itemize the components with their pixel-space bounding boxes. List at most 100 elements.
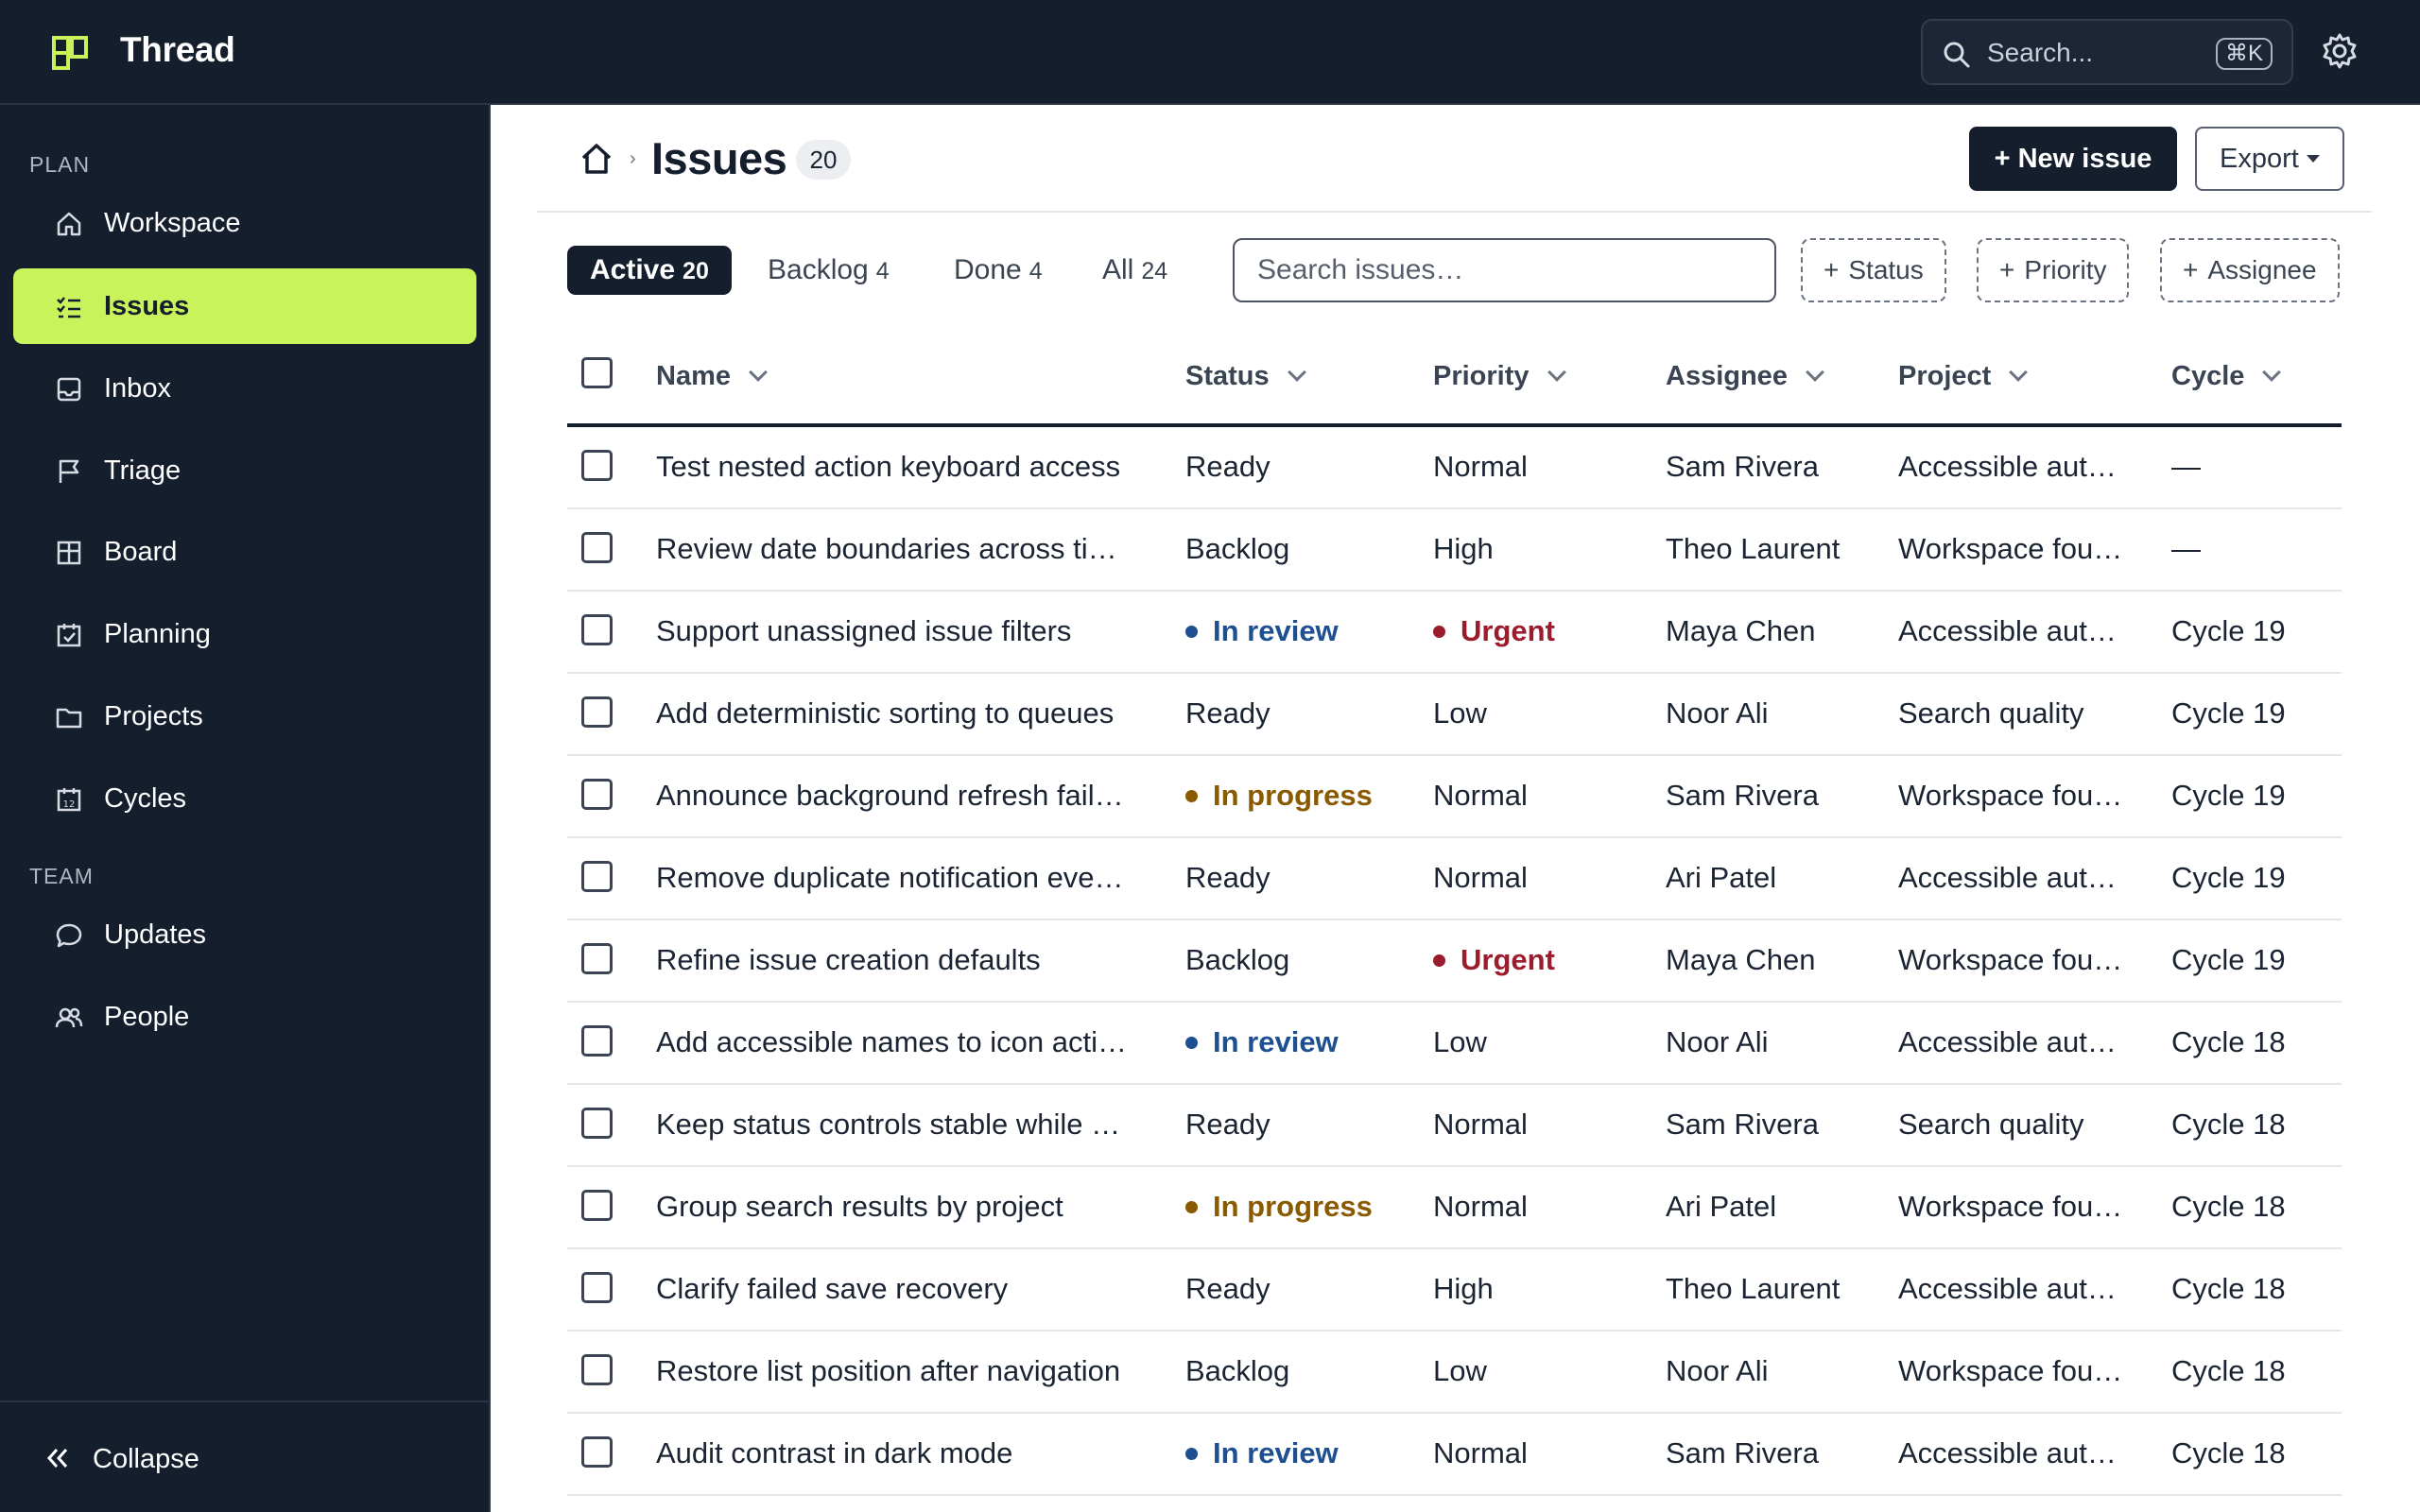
sidebar-item-inbox[interactable]: Inbox	[13, 351, 476, 426]
sidebar-item-workspace[interactable]: Workspace	[13, 185, 476, 261]
table-row[interactable]: Keep status controls stable while … Ready…	[567, 1085, 2342, 1167]
new-issue-button[interactable]: + New issue	[1969, 127, 2177, 191]
sidebar-item-label: People	[104, 1002, 190, 1032]
row-checkbox[interactable]	[581, 450, 613, 481]
row-checkbox[interactable]	[581, 779, 613, 810]
cell-status-text: In review	[1213, 1025, 1339, 1058]
column-header-assignee[interactable]: Assignee	[1666, 361, 1824, 392]
cell-assignee-text: Sam Rivera	[1666, 450, 1819, 483]
row-checkbox[interactable]	[581, 861, 613, 892]
sidebar-item-label: Cycles	[104, 783, 187, 814]
cell-priority: Low	[1433, 1354, 1487, 1388]
cell-assignee: Maya Chen	[1666, 614, 1816, 648]
cell-status: In review	[1185, 1436, 1339, 1470]
row-checkbox[interactable]	[581, 614, 613, 645]
row-checkbox[interactable]	[581, 1436, 613, 1468]
gear-icon[interactable]	[2321, 32, 2359, 70]
sidebar-item-people[interactable]: People	[13, 979, 476, 1055]
cell-priority-text: High	[1433, 532, 1494, 565]
sidebar-item-projects[interactable]: Projects	[13, 679, 476, 754]
row-checkbox[interactable]	[581, 1272, 613, 1303]
cell-status: In progress	[1185, 1190, 1373, 1224]
cell-assignee-text: Theo Laurent	[1666, 532, 1841, 565]
cell-cycle-text: Cycle 18	[2171, 1354, 2286, 1387]
cell-name: Test nested action keyboard access	[656, 450, 1120, 484]
cell-assignee-text: Noor Ali	[1666, 1354, 1769, 1387]
sidebar-item-planning[interactable]: Planning	[13, 596, 476, 672]
section-label-plan: PLAN	[29, 152, 91, 177]
table-row[interactable]: Restore list position after navigation Ba…	[567, 1332, 2342, 1414]
row-checkbox[interactable]	[581, 1025, 613, 1057]
tab-all[interactable]: All 24	[1080, 246, 1190, 295]
cell-priority: High	[1433, 1272, 1494, 1306]
column-header-name[interactable]: Name	[656, 361, 768, 392]
issue-search-input[interactable]	[1233, 238, 1776, 302]
cell-cycle: Cycle 18	[2171, 1272, 2286, 1306]
sidebar-item-cycles[interactable]: 12 Cycles	[13, 761, 476, 836]
cell-assignee: Sam Rivera	[1666, 779, 1819, 813]
breadcrumb-home-icon[interactable]	[579, 142, 614, 176]
column-header-project[interactable]: Project	[1898, 361, 2029, 392]
table-row[interactable]: Add accessible names to icon acti… In rev…	[567, 1003, 2342, 1085]
row-checkbox[interactable]	[581, 696, 613, 728]
cell-cycle: Cycle 18	[2171, 1108, 2286, 1142]
section-label-team: TEAM	[29, 864, 94, 888]
row-checkbox[interactable]	[581, 532, 613, 563]
table-row[interactable]: Test nested action keyboard access Ready N…	[567, 427, 2342, 509]
tab-count: 20	[683, 258, 709, 284]
plus-icon: +	[1999, 255, 2015, 284]
cell-cycle: Cycle 18	[2171, 1025, 2286, 1059]
column-header-priority[interactable]: Priority	[1433, 361, 1566, 392]
cell-priority-text: Low	[1433, 1025, 1487, 1058]
row-checkbox[interactable]	[581, 1354, 613, 1385]
sidebar-item-issues[interactable]: Issues	[13, 268, 476, 344]
table-row[interactable]: Remove duplicate notification eve… Ready N…	[567, 838, 2342, 920]
status-filter-button[interactable]: + Status	[1801, 238, 1946, 302]
cell-name: Keep status controls stable while …	[656, 1108, 1120, 1142]
cell-assignee: Ari Patel	[1666, 1190, 1776, 1224]
collapse-button[interactable]: Collapse	[42, 1440, 231, 1478]
chat-bubble-icon	[56, 923, 82, 948]
export-button[interactable]: Export	[2195, 127, 2344, 191]
assignee-filter-button[interactable]: + Assignee	[2160, 238, 2340, 302]
double-chevron-left-icon	[46, 1449, 68, 1468]
sidebar-item-updates[interactable]: Updates	[13, 897, 476, 972]
table-row[interactable]: Support unassigned issue filters In revie…	[567, 592, 2342, 674]
cell-status-text: Ready	[1185, 1108, 1270, 1141]
sidebar-item-label: Triage	[104, 455, 182, 486]
cell-name-text: Add deterministic sorting to queues	[656, 696, 1115, 730]
column-header-status[interactable]: Status	[1185, 361, 1306, 392]
sidebar-item-label: Board	[104, 537, 178, 567]
plus-icon: +	[1824, 255, 1840, 284]
sidebar-item-label: Inbox	[104, 373, 171, 404]
cell-name-text: Add accessible names to icon acti…	[656, 1025, 1127, 1058]
table-row[interactable]: Refine issue creation defaults Backlog Urg…	[567, 920, 2342, 1003]
row-checkbox[interactable]	[581, 943, 613, 974]
table-row[interactable]: Clarify failed save recovery Ready High The…	[567, 1249, 2342, 1332]
global-search[interactable]: Search... ⌘K	[1921, 19, 2293, 85]
tab-active[interactable]: Active 20	[567, 246, 732, 295]
tab-backlog[interactable]: Backlog 4	[745, 246, 912, 295]
table-row[interactable]: Add deterministic sorting to queues Ready…	[567, 674, 2342, 756]
table-row[interactable]: Announce background refresh fail… In prog…	[567, 756, 2342, 838]
table-row[interactable]: Group search results by project In progre…	[567, 1167, 2342, 1249]
filter-label: Assignee	[2207, 255, 2317, 284]
sidebar-item-triage[interactable]: Triage	[13, 433, 476, 508]
priority-filter-button[interactable]: + Priority	[1977, 238, 2130, 302]
row-checkbox[interactable]	[581, 1108, 613, 1139]
column-header-cycle[interactable]: Cycle	[2171, 361, 2282, 392]
tab-done[interactable]: Done 4	[931, 246, 1065, 295]
cell-assignee: Noor Ali	[1666, 1025, 1769, 1059]
cell-assignee: Theo Laurent	[1666, 532, 1840, 566]
table-row[interactable]: Audit contrast in dark mode In review Norm…	[567, 1414, 2342, 1496]
cell-cycle: Cycle 18	[2171, 1436, 2286, 1470]
sidebar-item-board[interactable]: Board	[13, 514, 476, 590]
row-checkbox[interactable]	[581, 1190, 613, 1221]
top-bar: Thread Search... ⌘K	[0, 0, 2420, 105]
cell-project: Accessible aut…	[1898, 614, 2117, 648]
cell-cycle: Cycle 19	[2171, 696, 2286, 730]
select-all-checkbox[interactable]	[581, 357, 613, 388]
cell-assignee: Sam Rivera	[1666, 450, 1819, 484]
chevron-down-icon	[1287, 363, 1306, 382]
table-row[interactable]: Review date boundaries across ti… Backlog…	[567, 509, 2342, 592]
